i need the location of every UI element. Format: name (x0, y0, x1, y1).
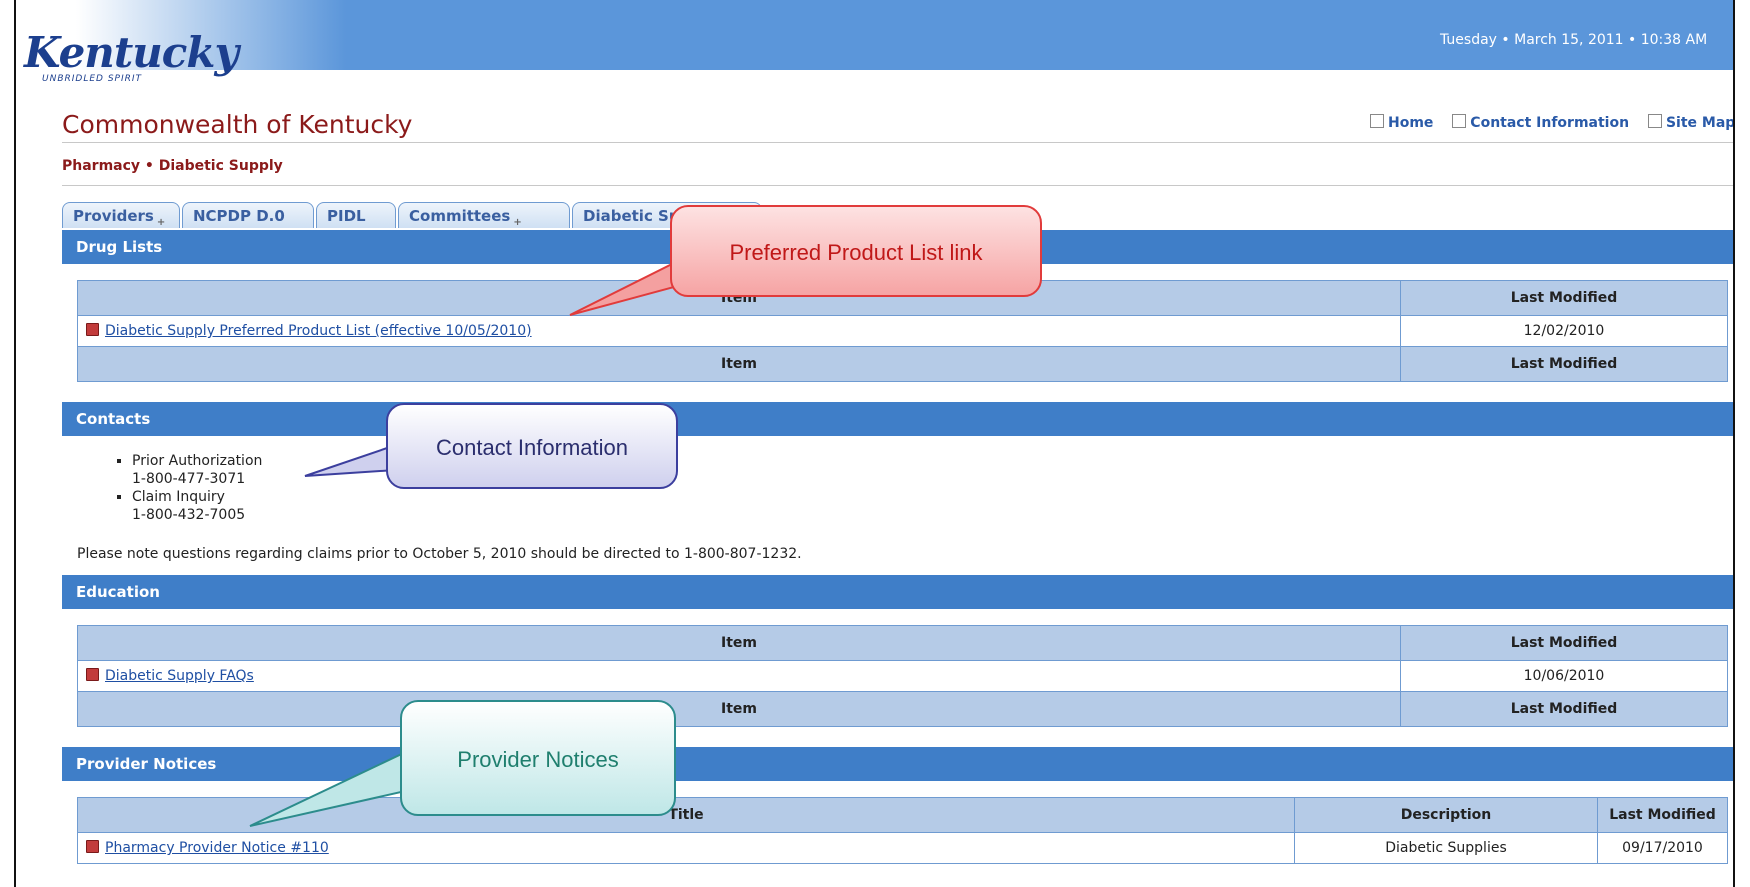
divider (62, 142, 1733, 143)
sitemap-icon (1647, 114, 1662, 128)
column-header-last-modified: Last Modified (1597, 797, 1728, 833)
table-footer-row: Item Last Modified (77, 691, 1728, 727)
claims-note: Please note questions regarding claims p… (77, 546, 802, 562)
table-cell-item: Diabetic Supply Preferred Product List (… (77, 315, 1401, 347)
tab-label: NCPDP D.0 (193, 207, 285, 225)
education-table: Item Last Modified Diabetic Supply FAQs … (77, 625, 1728, 727)
top-nav-links: Home Contact Information Site Map (1370, 114, 1749, 131)
table-cell-modified: 12/02/2010 (1400, 315, 1728, 347)
kentucky-logo[interactable]: Kentucky (24, 28, 239, 77)
tab-committees[interactable]: Committees + (398, 202, 570, 228)
column-footer-item: Item (77, 691, 1401, 727)
table-row: Diabetic Supply FAQs 10/06/2010 (77, 660, 1728, 692)
table-footer-row: Item Last Modified (77, 346, 1728, 382)
column-footer-item: Item (77, 346, 1401, 382)
table-row: Diabetic Supply Preferred Product List (… (77, 315, 1728, 347)
provider-notices-table: Title Description Last Modified Pharmacy… (77, 797, 1728, 864)
diabetic-supply-faqs-link[interactable]: Diabetic Supply FAQs (105, 668, 254, 684)
tab-label: Providers (73, 207, 154, 225)
column-header-last-modified: Last Modified (1400, 280, 1728, 316)
pdf-icon (86, 323, 99, 336)
section-provider-notices: Provider Notices (62, 747, 1733, 781)
column-footer-last-modified: Last Modified (1400, 346, 1728, 382)
contact-phone: 1-800-477-3071 (132, 471, 246, 487)
section-contacts: Contacts (62, 402, 1733, 436)
contact-phone: 1-800-432-7005 (132, 507, 246, 523)
home-icon (1370, 114, 1384, 128)
breadcrumb: Pharmacy • Diabetic Supply (62, 158, 283, 174)
list-item: Claim Inquiry 1-800-432-7005 (132, 488, 262, 524)
mail-icon (1452, 114, 1467, 128)
column-footer-last-modified: Last Modified (1400, 691, 1728, 727)
pdf-icon (86, 668, 99, 681)
callout-pointer-blue (304, 443, 397, 477)
list-item: Prior Authorization 1-800-477-3071 (132, 452, 262, 488)
home-link[interactable]: Home (1370, 114, 1434, 131)
table-cell-title: Pharmacy Provider Notice #110 (77, 832, 1295, 864)
page-frame: Kentucky UNBRIDLED SPIRIT Tuesday • Marc… (0, 0, 1750, 887)
table-cell-description: Diabetic Supplies (1294, 832, 1598, 864)
divider (62, 185, 1733, 186)
section-education: Education (62, 575, 1733, 609)
table-row: Pharmacy Provider Notice #110 Diabetic S… (77, 832, 1728, 864)
tab-ncpdp[interactable]: NCPDP D.0 (182, 202, 314, 228)
callout-contact-information: Contact Information (386, 403, 678, 489)
site-map-link[interactable]: Site Map (1647, 114, 1736, 131)
table-cell-modified: 09/17/2010 (1597, 832, 1728, 864)
column-header-last-modified: Last Modified (1400, 625, 1728, 661)
pdf-icon (86, 840, 99, 853)
window-left-border (14, 0, 16, 887)
table-cell-item: Diabetic Supply FAQs (77, 660, 1401, 692)
contact-label: Prior Authorization (132, 453, 263, 469)
expand-plus-icon: + (156, 217, 166, 228)
provider-notice-link[interactable]: Pharmacy Provider Notice #110 (105, 840, 329, 856)
tab-label: PIDL (327, 207, 366, 225)
callout-preferred-product-list: Preferred Product List link (670, 205, 1042, 297)
contacts-list: Prior Authorization 1-800-477-3071 Claim … (100, 452, 262, 524)
tab-label: Committees (409, 207, 511, 225)
tab-providers[interactable]: Providers + (62, 202, 180, 228)
table-header-row: Item Last Modified (77, 625, 1728, 661)
tab-pidl[interactable]: PIDL (316, 202, 396, 228)
table-cell-modified: 10/06/2010 (1400, 660, 1728, 692)
site-map-link-label: Site Map (1665, 115, 1736, 131)
expand-plus-icon: + (513, 217, 522, 228)
home-link-label: Home (1388, 115, 1434, 131)
column-header-title: Title (77, 797, 1295, 833)
table-header-row: Title Description Last Modified (77, 797, 1728, 833)
site-title: Commonwealth of Kentucky (62, 110, 413, 139)
contact-label: Claim Inquiry (132, 489, 225, 505)
logo-subtitle: UNBRIDLED SPIRIT (42, 74, 143, 84)
contact-information-link[interactable]: Contact Information (1452, 114, 1630, 131)
header-datetime: Tuesday • March 15, 2011 • 10:38 AM (1440, 32, 1708, 48)
contact-link-label: Contact Information (1470, 115, 1630, 131)
window-right-border (1733, 0, 1735, 887)
column-header-description: Description (1294, 797, 1598, 833)
callout-provider-notices: Provider Notices (400, 700, 676, 816)
column-header-item: Item (77, 625, 1401, 661)
preferred-product-list-link[interactable]: Diabetic Supply Preferred Product List (… (105, 323, 532, 339)
